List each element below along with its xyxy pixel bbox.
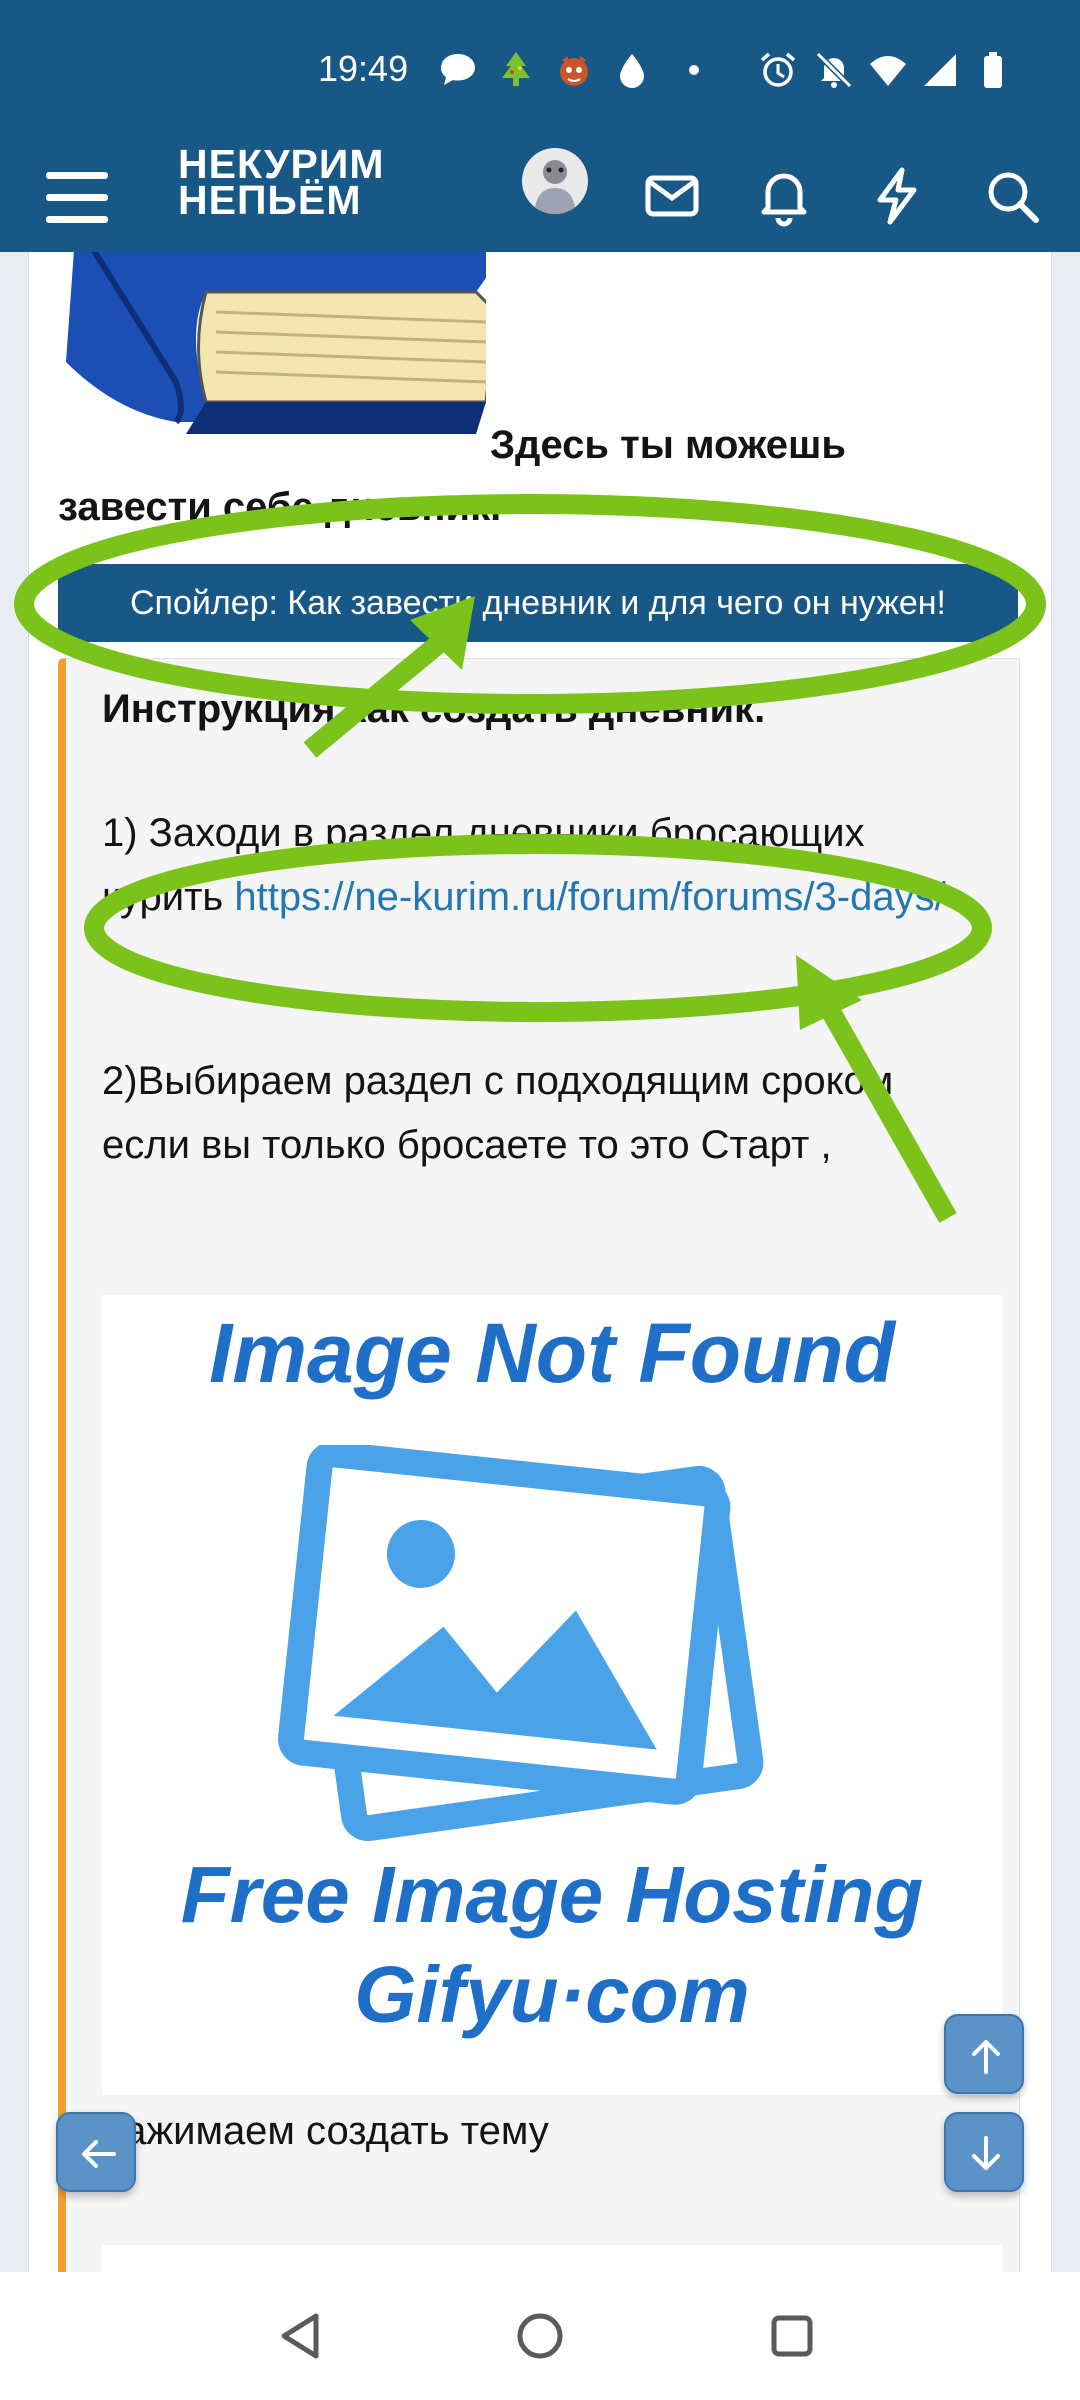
chat-bubble-icon	[441, 54, 475, 85]
app-header: 19:49 НЕКУРИМ НЕПЬЁМ	[0, 0, 1080, 252]
placeholder-caption: Free Image Hosting Gifyu·com	[102, 1845, 1002, 2045]
wifi-icon	[870, 56, 906, 86]
diary-section-link[interactable]: https://ne-kurim.ru/forum/forums/3-days/	[234, 875, 945, 919]
image-not-found-placeholder: Image Not Found Free Image Hosting Gifyu…	[102, 1295, 1002, 2095]
battery-icon	[984, 52, 1002, 88]
content-area: Здесь ты можешь завести себе дневник. Сп…	[0, 252, 1080, 2272]
placeholder-caption-line-2: Gifyu·com	[354, 1950, 750, 2039]
second-image	[102, 2245, 1002, 2272]
scroll-up-button[interactable]	[944, 2014, 1024, 2094]
instruction-title: Инструкция как создать дневник.	[102, 687, 766, 731]
intro-line-2: завести себе дневник.	[58, 485, 502, 529]
drop-icon	[620, 54, 644, 88]
step-3: нажимаем создать тему	[102, 2109, 549, 2153]
christmas-tree-icon	[502, 52, 530, 86]
spoiler-button[interactable]: Спойлер: Как завести дневник и для чего …	[58, 564, 1018, 642]
step-2: 2)Выбираем раздел с подходящим сроком ес…	[102, 1059, 894, 1167]
intro-line-1: Здесь ты можешь	[490, 423, 846, 467]
avatar[interactable]	[522, 148, 588, 214]
placeholder-caption-line-1: Free Image Hosting	[180, 1850, 924, 1939]
dot-icon	[689, 65, 699, 75]
status-bar: 19:49	[0, 0, 1080, 140]
alarm-icon	[760, 52, 796, 87]
logo-line-2: НЕПЬЁМ	[178, 177, 362, 223]
back-icon[interactable]	[270, 2304, 334, 2368]
home-icon[interactable]	[508, 2304, 572, 2368]
mail-icon[interactable]	[640, 164, 704, 228]
arrow-down-icon	[972, 2136, 1000, 2170]
arrow-up-icon	[972, 2040, 1000, 2074]
arrow-left-icon	[82, 2140, 116, 2168]
spoiler-content: Инструкция как создать дневник. 1) Заход…	[58, 658, 1020, 2272]
placeholder-title: Image Not Found	[209, 1306, 895, 1400]
tiger-icon	[560, 56, 588, 86]
system-navigation-bar	[0, 2272, 1080, 2400]
signal-icon	[924, 54, 956, 86]
intro-text: Здесь ты можешь завести себе дневник.	[58, 414, 958, 538]
recents-icon[interactable]	[760, 2304, 824, 2368]
back-to-previous-button[interactable]	[56, 2112, 136, 2192]
status-time: 19:49	[318, 48, 409, 89]
menu-icon[interactable]	[44, 158, 110, 238]
bell-off-icon	[815, 51, 853, 89]
search-icon[interactable]	[980, 164, 1044, 228]
notification-bell-icon[interactable]	[752, 164, 816, 228]
picture-icon	[278, 1445, 764, 1842]
site-logo[interactable]: НЕКУРИМ НЕПЬЁМ	[178, 144, 428, 223]
lightning-icon[interactable]	[866, 164, 930, 228]
scroll-down-button[interactable]	[944, 2112, 1024, 2192]
step-1: 1) Заходи в раздел дневники бросающих ку…	[102, 801, 982, 929]
